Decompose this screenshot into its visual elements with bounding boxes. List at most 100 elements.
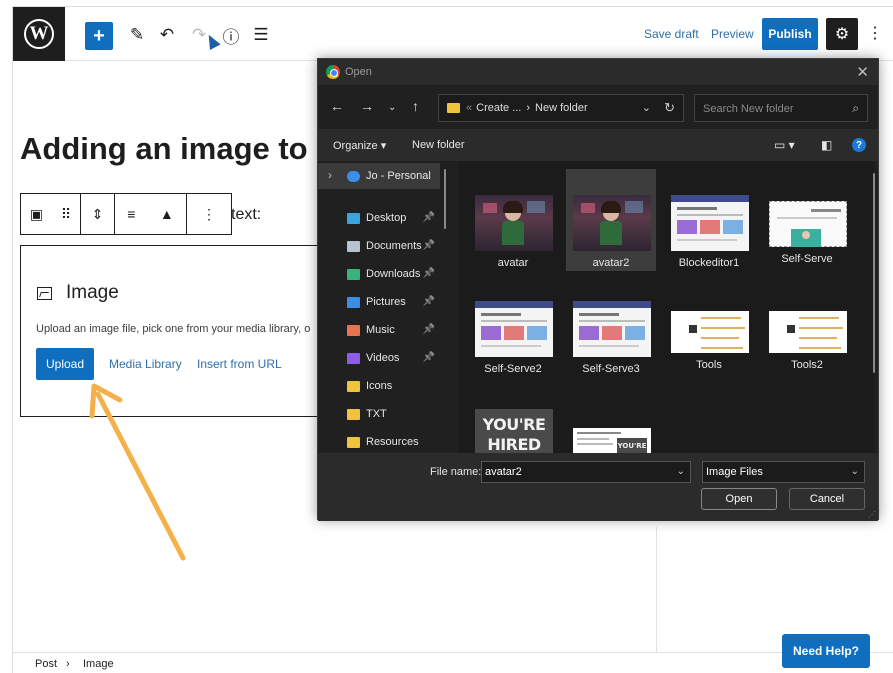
file-name-value: avatar2: [485, 466, 522, 478]
paragraph-text[interactable]: text:: [231, 206, 261, 224]
close-icon[interactable]: ✕: [856, 63, 869, 81]
breadcrumb-post[interactable]: Post: [35, 658, 57, 670]
file-name: Tools2: [791, 359, 823, 371]
address-segment-create[interactable]: Create ...: [476, 102, 521, 114]
file-item[interactable]: avatar: [468, 169, 558, 271]
pin-icon: 📌: [422, 268, 435, 279]
nav-item-label: Pictures: [366, 296, 406, 308]
preview-pane-icon[interactable]: ◧: [821, 138, 832, 152]
expand-chevron-icon[interactable]: ›: [328, 168, 332, 182]
music-icon: [347, 324, 360, 336]
upload-button[interactable]: Upload: [36, 348, 94, 380]
preview-button[interactable]: Preview: [711, 27, 754, 41]
pin-icon: 📌: [422, 212, 435, 223]
address-overflow[interactable]: «: [466, 102, 472, 114]
cancel-button[interactable]: Cancel: [789, 488, 865, 510]
chevron-down-icon[interactable]: ⌄: [677, 466, 685, 477]
block-toolbar: ▣ ⠿ ⇕ ≡ ▲ ⋮: [20, 193, 232, 235]
align-icon[interactable]: ≡: [127, 206, 135, 222]
publish-button[interactable]: Publish: [762, 18, 818, 50]
address-segment-new-folder[interactable]: New folder: [535, 102, 588, 114]
view-options-icon[interactable]: ▭ ▾: [774, 138, 795, 152]
drag-handle-icon[interactable]: ⠿: [61, 206, 71, 223]
nav-item-label: Jo - Personal: [366, 170, 431, 182]
info-icon[interactable]: ⓘ: [219, 23, 243, 47]
search-input[interactable]: Search New folder ⌕: [694, 94, 868, 122]
nav-item[interactable]: Desktop 📌: [318, 205, 440, 231]
refresh-icon[interactable]: ↻: [664, 100, 675, 116]
nav-item[interactable]: › Jo - Personal: [318, 163, 440, 189]
nav-item[interactable]: Resources: [318, 429, 440, 453]
file-thumbnail: [573, 301, 651, 357]
back-arrow-icon[interactable]: ←: [330, 98, 344, 114]
file-name: avatar: [497, 257, 529, 269]
file-name: avatar2: [592, 257, 630, 269]
save-draft-button[interactable]: Save draft: [644, 27, 699, 41]
address-dropdown-icon[interactable]: ⌄: [642, 101, 651, 114]
nav-item-label: Videos: [366, 352, 400, 364]
recent-locations-chevron-icon[interactable]: ⌄: [388, 102, 396, 113]
block-inserter-button[interactable]: +: [85, 22, 113, 50]
block-options-icon[interactable]: ⋮: [202, 206, 216, 223]
file-thumbnail: YOU'RE HIRED: [475, 409, 553, 453]
nav-item-label: Resources: [366, 436, 419, 448]
help-icon[interactable]: ?: [852, 138, 866, 152]
list-view-icon[interactable]: ☰: [249, 23, 273, 47]
breadcrumb-image[interactable]: Image: [83, 658, 114, 670]
file-item[interactable]: Self-Serve: [762, 169, 852, 271]
file-item[interactable]: YOU'RE HIRED: [566, 381, 656, 453]
file-item[interactable]: Tools: [664, 275, 754, 377]
file-type-select[interactable]: Image Files ⌄: [702, 461, 865, 483]
dialog-footer: File name: avatar2 ⌄ Image Files ⌄ Open …: [318, 453, 878, 521]
up-arrow-icon[interactable]: ↑: [412, 98, 419, 114]
forward-arrow-icon[interactable]: →: [360, 98, 374, 114]
annotation-arrow: [89, 383, 186, 561]
media-library-button[interactable]: Media Library: [109, 357, 182, 371]
pin-icon: 📌: [422, 240, 435, 251]
wordpress-logo[interactable]: W: [13, 7, 65, 61]
nav-item[interactable]: TXT: [318, 401, 440, 427]
settings-gear-icon[interactable]: ⚙: [826, 18, 858, 50]
nav-item[interactable]: Music 📌: [318, 317, 440, 343]
file-item[interactable]: Blockeditor1: [664, 169, 754, 271]
more-options-icon[interactable]: ⋮: [867, 23, 883, 43]
nav-item-label: TXT: [366, 408, 387, 420]
address-bar[interactable]: « Create ... › New folder ⌄ ↻: [438, 94, 684, 122]
file-item[interactable]: YOU'RE HIRED: [468, 381, 558, 453]
resize-grip-icon[interactable]: ⋰: [868, 510, 876, 519]
new-folder-button[interactable]: New folder: [412, 139, 465, 151]
nav-item[interactable]: Documents 📌: [318, 233, 440, 259]
file-item[interactable]: Self-Serve2: [468, 275, 558, 377]
undo-icon[interactable]: ↶: [155, 23, 179, 47]
file-name-input[interactable]: avatar2 ⌄: [481, 461, 691, 483]
file-name-label: File name:: [430, 466, 482, 478]
nav-item[interactable]: Videos 📌: [318, 345, 440, 371]
nav-item-label: Icons: [366, 380, 393, 392]
nav-item[interactable]: Downloads 📌: [318, 261, 440, 287]
nav-pane-scrollbar[interactable]: [444, 169, 446, 229]
file-item[interactable]: avatar2: [566, 169, 656, 271]
file-thumbnail: [573, 195, 651, 251]
file-name: Tools: [696, 359, 722, 371]
nav-item[interactable]: Pictures 📌: [318, 289, 440, 315]
nav-item-label: Downloads: [366, 268, 421, 280]
file-thumbnail: YOU'RE HIRED: [573, 428, 651, 453]
insert-from-url-button[interactable]: Insert from URL: [197, 357, 282, 371]
post-title[interactable]: Adding an image to: [20, 131, 308, 167]
warning-triangle-icon[interactable]: ▲: [160, 206, 174, 222]
open-button[interactable]: Open: [701, 488, 777, 510]
nav-item[interactable]: Icons: [318, 373, 440, 399]
move-up-down-icon[interactable]: ⇕: [92, 206, 104, 223]
search-placeholder: Search New folder: [703, 103, 794, 115]
file-item[interactable]: Self-Serve3: [566, 275, 656, 377]
pencil-icon[interactable]: ✎: [125, 23, 149, 47]
wordpress-w-icon: W: [24, 19, 54, 49]
image-block-icon[interactable]: ▣: [30, 206, 43, 223]
image-block-description: Upload an image file, pick one from your…: [36, 323, 311, 335]
address-separator: ›: [526, 102, 531, 114]
file-thumbnail: [475, 301, 553, 357]
file-list-scrollbar[interactable]: [873, 173, 875, 373]
file-item[interactable]: Tools2: [762, 275, 852, 377]
organize-menu[interactable]: Organize ▾: [333, 139, 386, 152]
need-help-button[interactable]: Need Help?: [782, 634, 870, 668]
